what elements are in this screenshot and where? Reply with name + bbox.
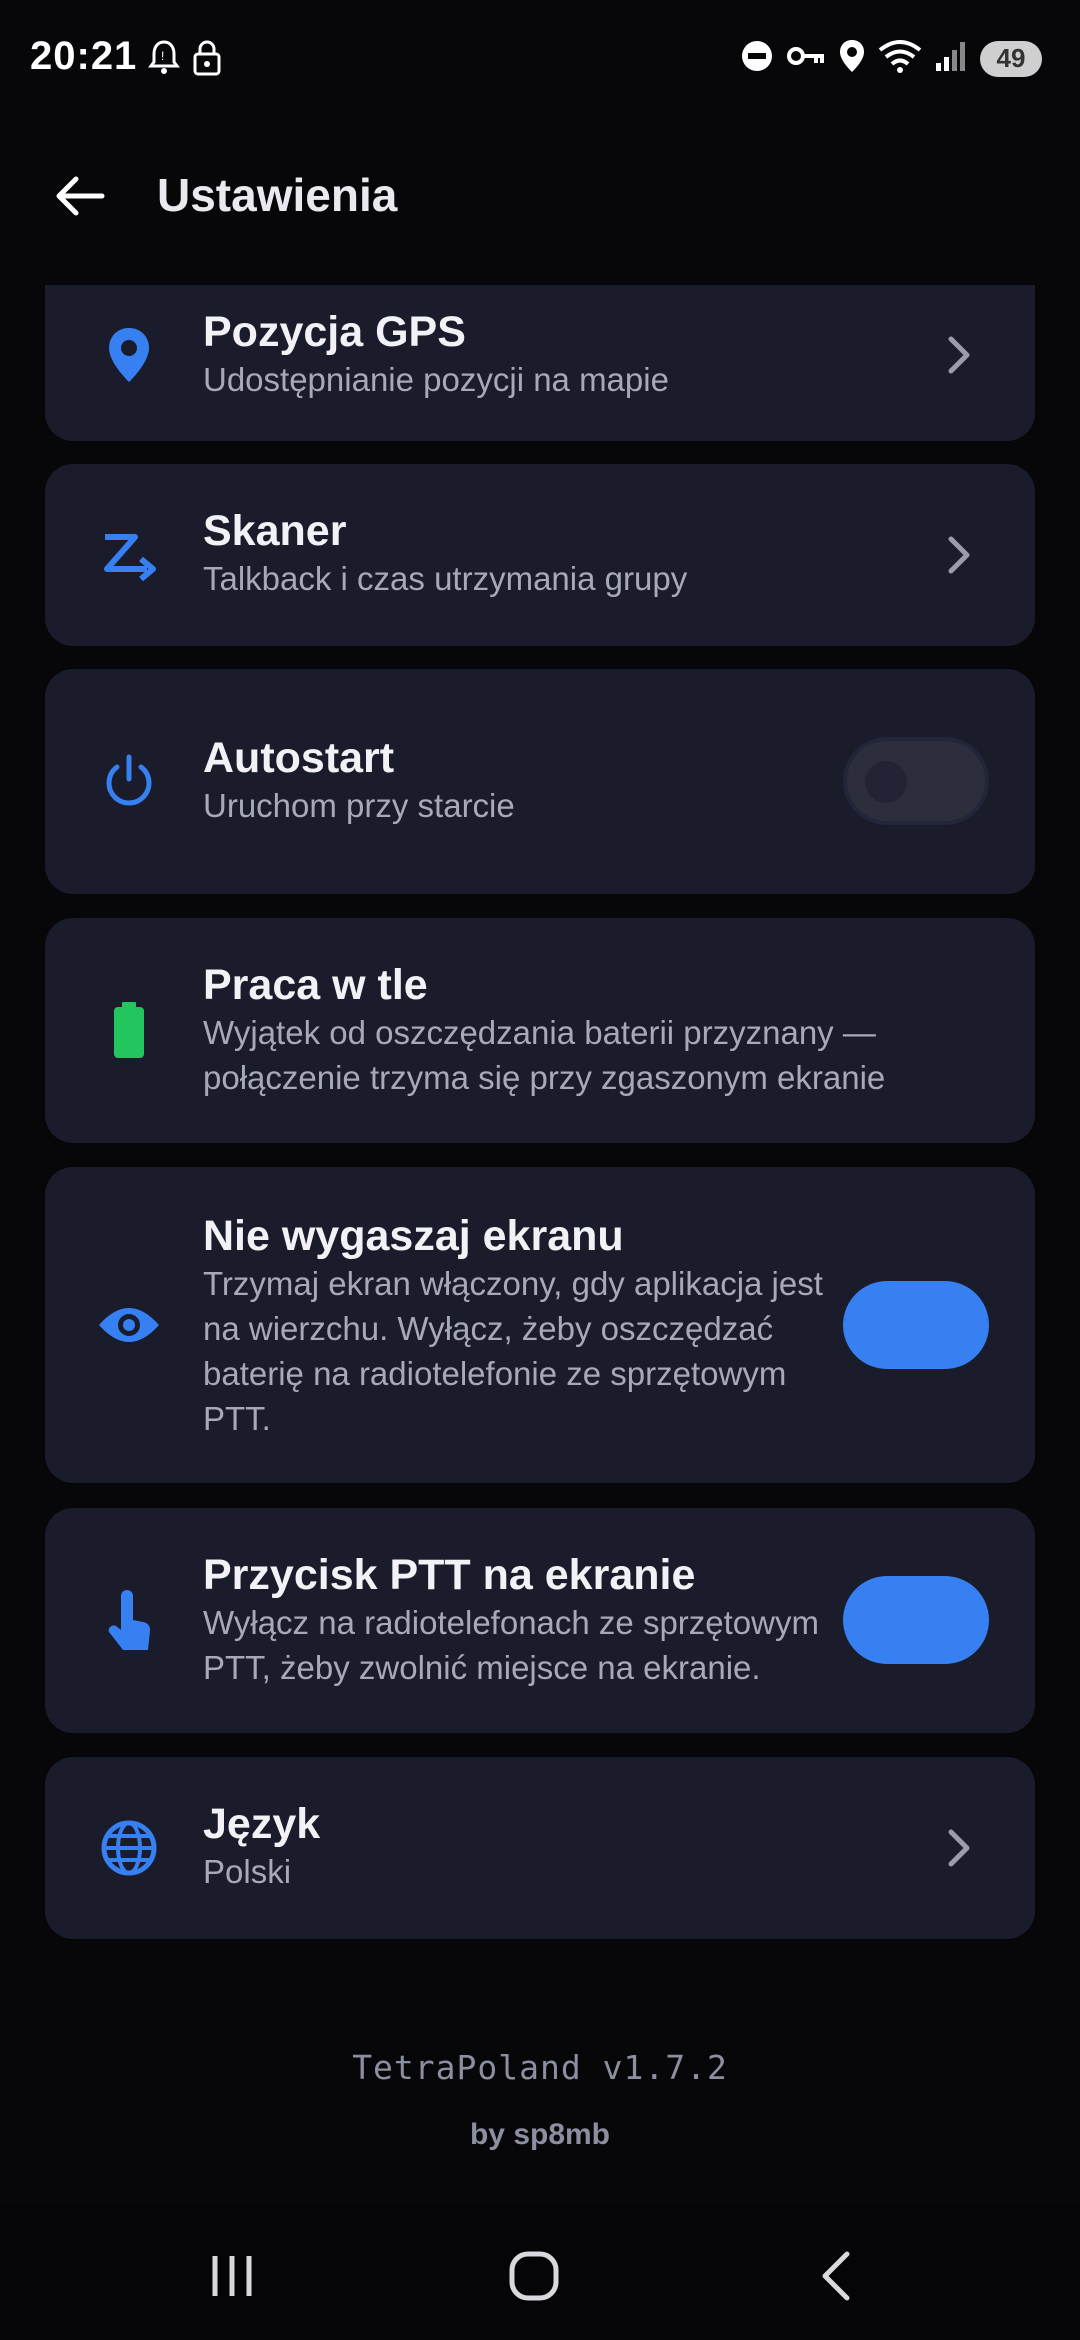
signal-icon <box>934 39 968 78</box>
settings-item-title: Pozycja GPS <box>203 308 466 356</box>
settings-item-title: Praca w tle <box>203 961 428 1009</box>
status-bar: 20:21 ! 49 <box>0 0 1080 120</box>
dnd-icon <box>740 39 774 78</box>
vpn-key-icon <box>786 41 826 76</box>
back-button[interactable] <box>48 168 112 224</box>
settings-item-language[interactable]: Język Polski <box>45 1757 1035 1939</box>
touch-icon <box>97 1590 161 1654</box>
settings-item-subtitle-line: baterię na radiotelefonie ze sprzętowym <box>203 1355 787 1392</box>
chevron-right-icon <box>948 336 970 374</box>
settings-item-subtitle-line: Trzymaj ekran włączony, gdy aplikacja je… <box>203 1265 823 1302</box>
eye-icon <box>97 1293 161 1357</box>
scanner-icon <box>97 523 161 587</box>
back-icon <box>822 2251 850 2301</box>
arrow-left-icon <box>56 176 105 216</box>
chevron-right-icon <box>948 536 970 574</box>
settings-item-autostart[interactable]: Autostart Uruchom przy starcie <box>45 669 1035 894</box>
settings-item-subtitle: Udostępnianie pozycji na mapie <box>203 361 669 398</box>
globe-icon <box>97 1816 161 1880</box>
settings-item-subtitle-line: Wyłącz na radiotelefonach ze sprzętowym <box>203 1604 819 1641</box>
home-icon <box>509 2251 559 2301</box>
settings-item-subtitle-line: na wierzchu. Wyłącz, żeby oszczędzać <box>203 1310 774 1347</box>
location-pin-icon <box>97 323 161 387</box>
settings-item-subtitle-line: połączenie trzyma się przy zgaszonym ekr… <box>203 1059 886 1096</box>
settings-item-gps[interactable]: Pozycja GPS Udostępnianie pozycji na map… <box>45 285 1035 441</box>
settings-item-title: Nie wygaszaj ekranu <box>203 1212 624 1260</box>
settings-item-title: Skaner <box>203 507 347 555</box>
keep-screen-on-toggle[interactable] <box>843 1281 989 1369</box>
settings-item-subtitle-line: PTT, żeby zwolnić miejsce na ekranie. <box>203 1649 761 1686</box>
app-version: TetraPoland v1.7.2 <box>352 2048 728 2087</box>
home-button[interactable] <box>489 2236 579 2316</box>
settings-item-scanner[interactable]: Skaner Talkback i czas utrzymania grupy <box>45 464 1035 646</box>
settings-item-title: Przycisk PTT na ekranie <box>203 1551 696 1599</box>
page-title: Ustawienia <box>157 169 398 221</box>
settings-item-subtitle-line: PTT. <box>203 1400 271 1437</box>
settings-item-background[interactable]: Praca w tle Wyjątek od oszczędzania bate… <box>45 918 1035 1143</box>
ptt-button-toggle[interactable] <box>843 1576 989 1664</box>
status-time: 20:21 <box>30 34 138 78</box>
settings-item-title: Język <box>203 1800 321 1848</box>
lock-icon <box>192 38 222 83</box>
recent-apps-icon <box>212 2256 252 2296</box>
app-bar: Ustawienia <box>0 150 1080 240</box>
app-author: by sp8mb <box>469 2118 611 2151</box>
settings-item-keep-screen-on[interactable]: Nie wygaszaj ekranu Trzymaj ekran włączo… <box>45 1167 1035 1483</box>
location-icon <box>838 38 866 79</box>
settings-item-subtitle-line: Wyjątek od oszczędzania baterii przyznan… <box>203 1014 876 1051</box>
settings-item-ptt-button[interactable]: Przycisk PTT na ekranie Wyłącz na radiot… <box>45 1508 1035 1733</box>
svg-text:!: ! <box>161 49 164 63</box>
settings-item-title: Autostart <box>203 734 395 782</box>
battery-indicator: 49 <box>980 40 1042 77</box>
system-nav-bar <box>0 2206 1080 2340</box>
autostart-toggle[interactable] <box>843 737 989 825</box>
chevron-right-icon <box>948 1829 970 1867</box>
battery-icon <box>97 998 161 1062</box>
settings-item-subtitle: Polski <box>203 1853 292 1890</box>
wifi-icon <box>878 38 922 79</box>
nav-back-button[interactable] <box>792 2236 882 2316</box>
settings-item-subtitle: Uruchom przy starcie <box>203 787 515 824</box>
power-icon <box>97 749 161 813</box>
recent-apps-button[interactable] <box>187 2236 277 2316</box>
settings-item-subtitle: Talkback i czas utrzymania grupy <box>203 560 688 597</box>
notification-icon: ! <box>148 38 180 83</box>
